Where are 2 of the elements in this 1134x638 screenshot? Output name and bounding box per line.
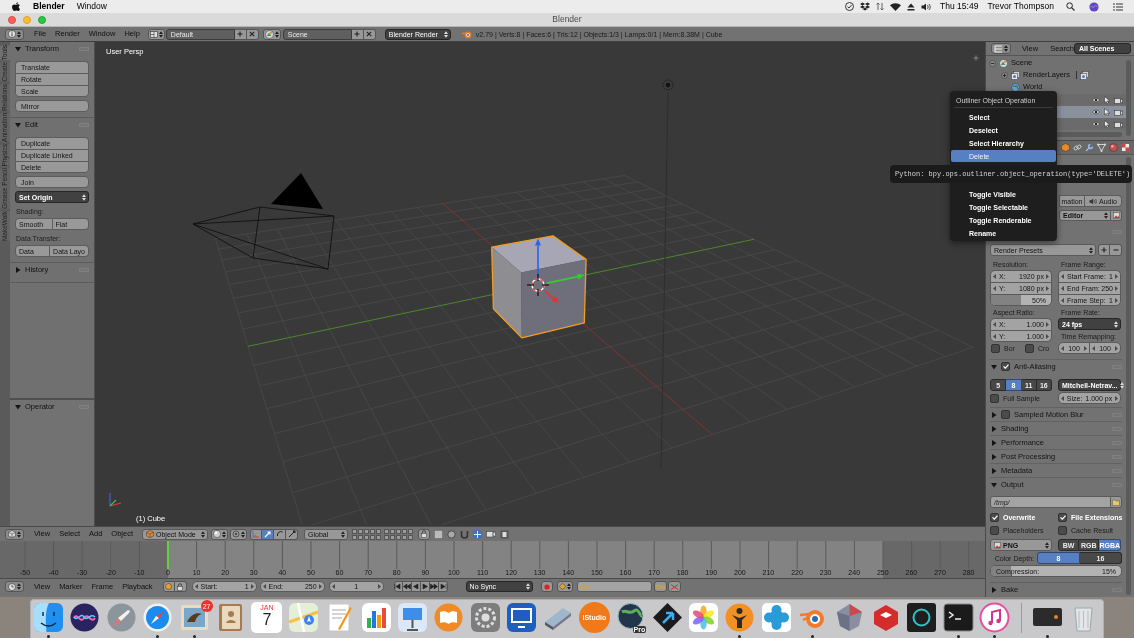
window-title: Blender bbox=[552, 15, 582, 24]
calendar-day: 7 bbox=[262, 612, 272, 628]
